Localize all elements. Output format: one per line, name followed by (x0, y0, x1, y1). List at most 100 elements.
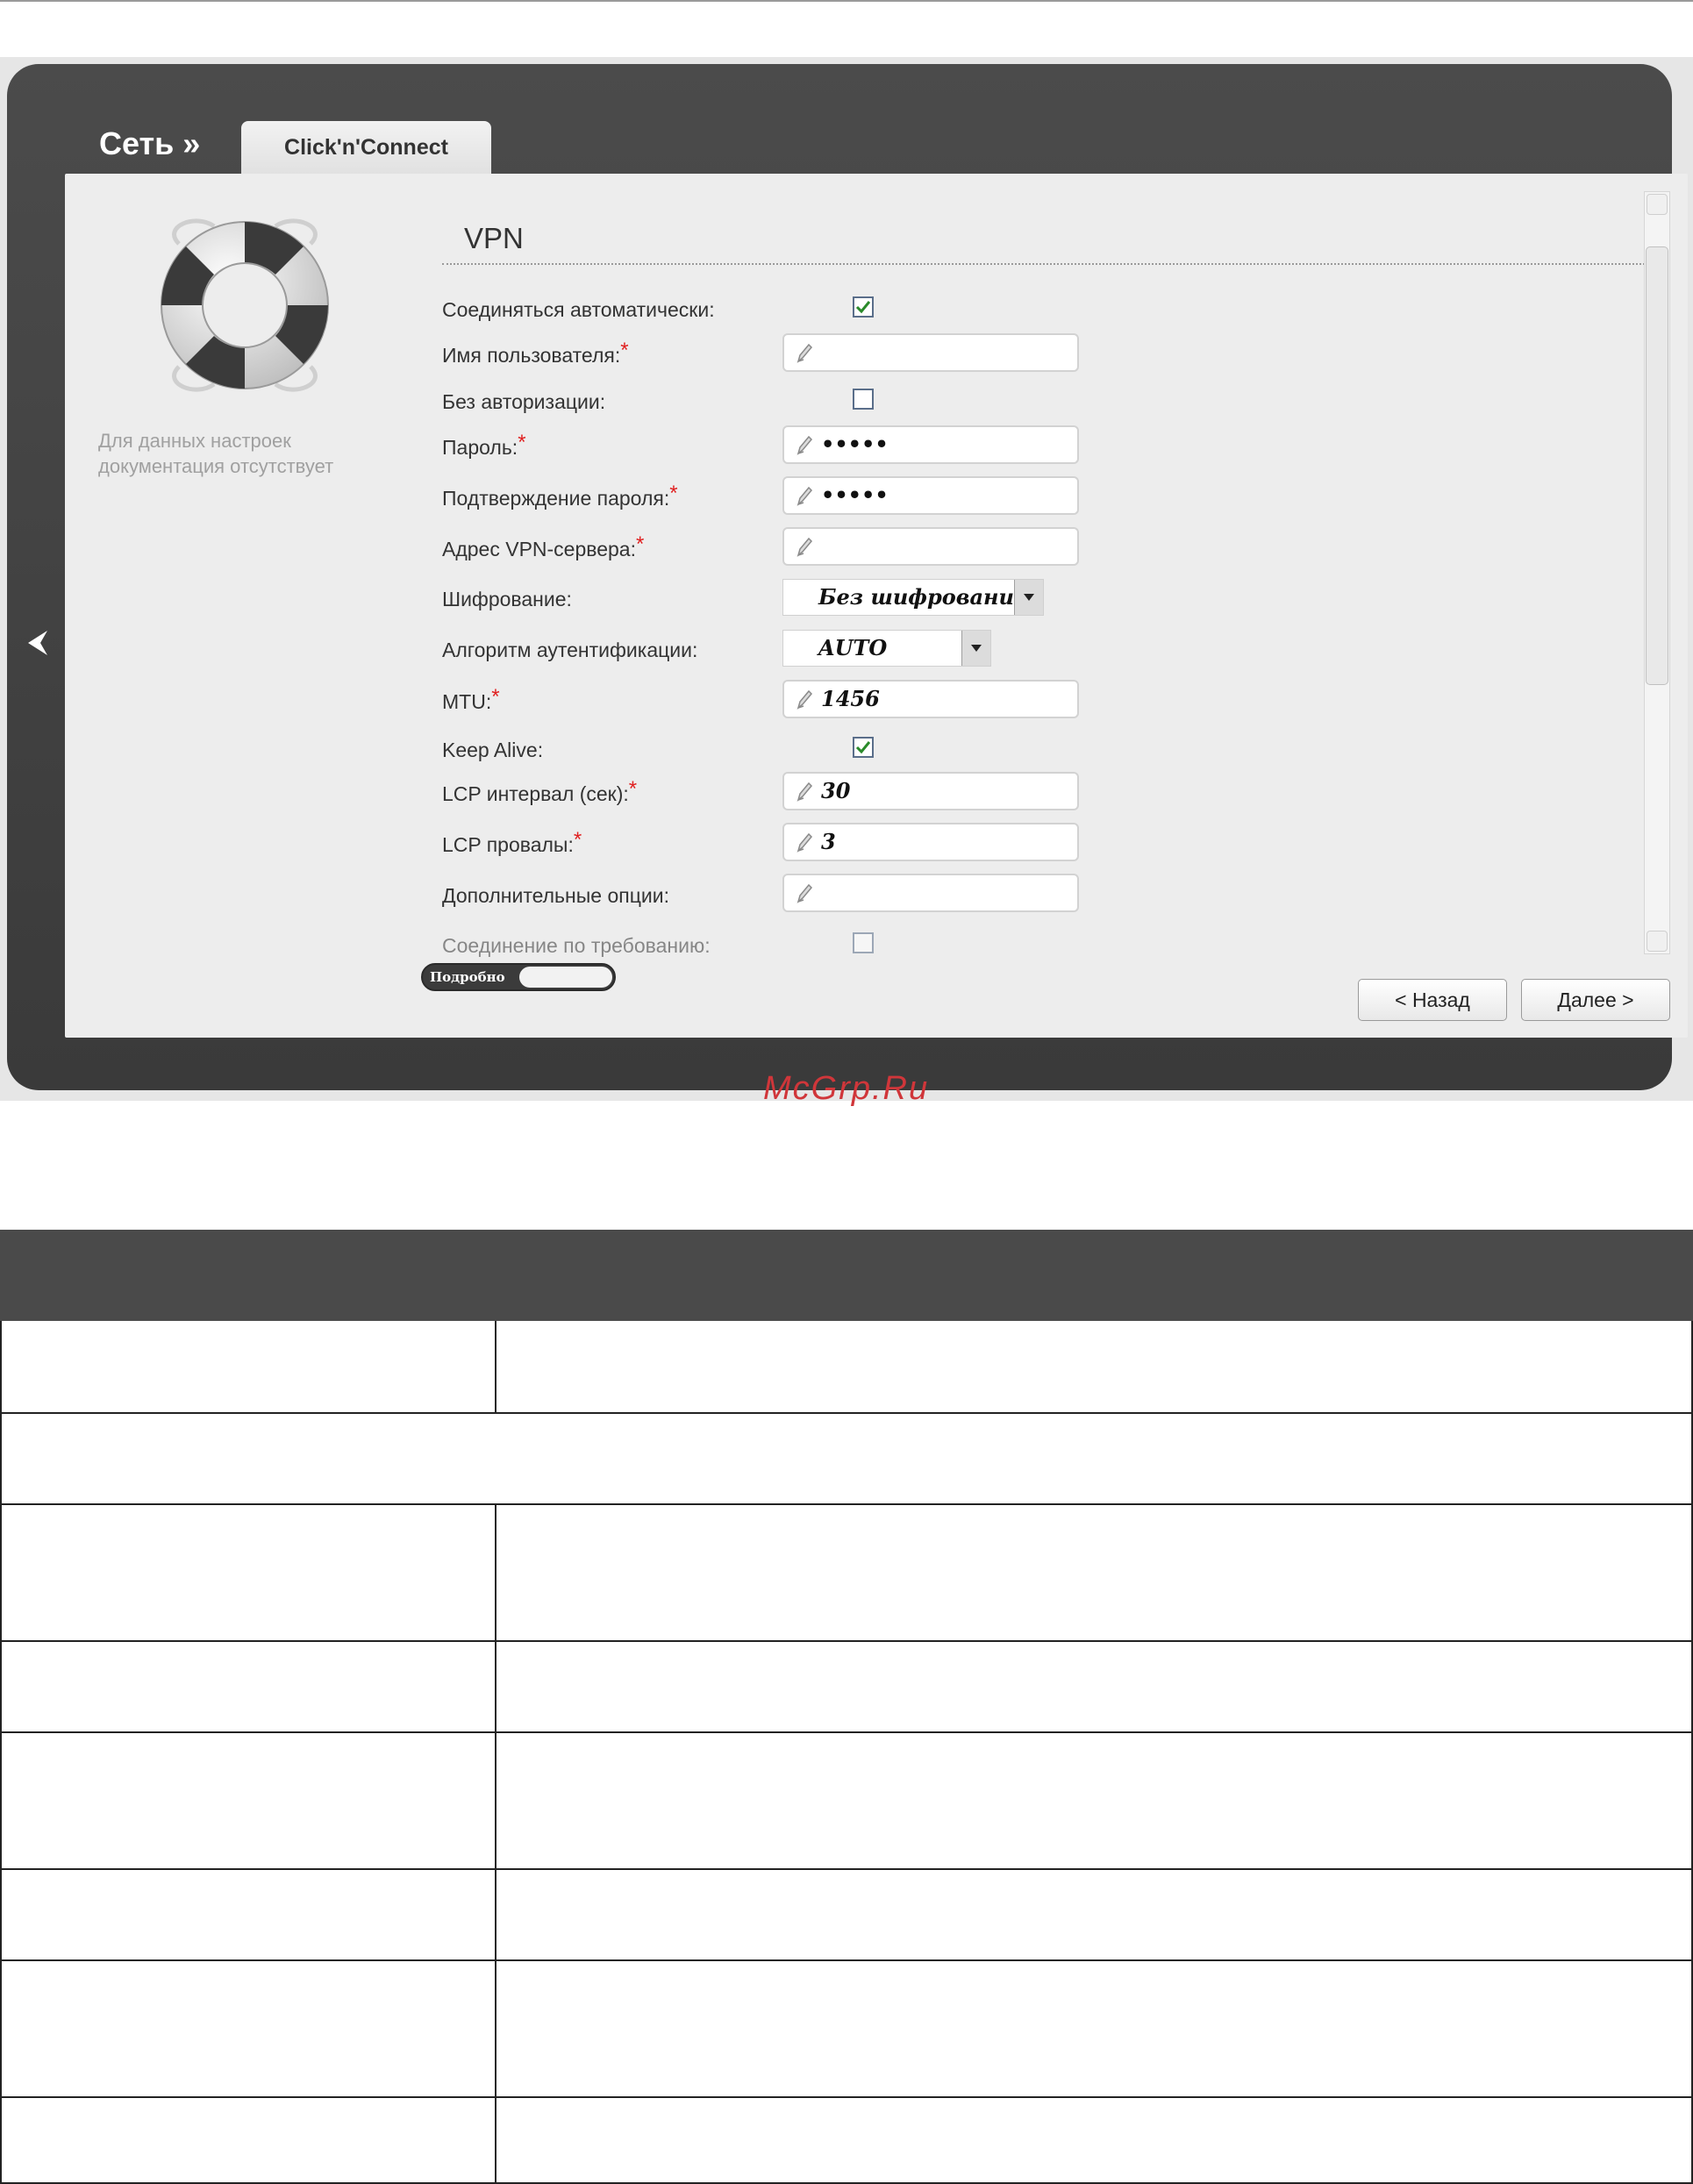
tab-clickconnect[interactable]: Click'n'Connect (241, 121, 491, 174)
table-row (0, 1642, 1693, 1733)
pencil-icon (796, 689, 813, 710)
vpn-server-label: Адрес VPN-сервера:* (442, 532, 645, 560)
password-input[interactable]: ••••• (782, 425, 1079, 464)
no-docs-line1: Для данных настроек (98, 430, 291, 452)
pencil-icon (796, 883, 813, 904)
form-scrollbar[interactable] (1644, 191, 1670, 954)
row-extra-options: Дополнительные опции: (442, 874, 1582, 924)
no-docs-note: Для данных настроек документация отсутст… (98, 428, 388, 479)
column-divider (495, 1505, 496, 1640)
pencil-icon (796, 435, 813, 456)
row-lcp-failures: LCP провалы:* 3 (442, 823, 1582, 874)
encryption-label: Шифрование: (442, 588, 572, 610)
back-button[interactable]: < Назад (1358, 979, 1507, 1021)
required-mark: * (636, 532, 645, 556)
required-mark: * (620, 339, 629, 362)
row-mtu: MTU:* 1456 (442, 680, 1582, 731)
scroll-down-icon[interactable] (1647, 931, 1668, 952)
table-row (0, 1321, 1693, 1414)
table-row (0, 1870, 1693, 1961)
encryption-value: Без шифрования (818, 584, 1032, 610)
lifebuoy-icon (161, 218, 329, 392)
password-confirm-label: Подтверждение пароля:* (442, 482, 678, 510)
row-password: Пароль:* ••••• (442, 425, 1582, 476)
required-mark: * (573, 828, 582, 852)
password-confirm-input[interactable]: ••••• (782, 476, 1079, 515)
extra-options-label: Дополнительные опции: (442, 884, 669, 907)
pencil-icon (796, 537, 813, 558)
details-toggle[interactable]: Подробно (421, 963, 616, 991)
row-username: Имя пользователя:* (442, 333, 1582, 384)
no-auth-label: Без авторизации: (442, 390, 606, 413)
watermark: McGrp.Ru (763, 1070, 930, 1107)
required-mark: * (518, 431, 526, 454)
check-icon (855, 301, 871, 314)
required-mark: * (669, 482, 678, 505)
vpn-server-input[interactable] (782, 527, 1079, 566)
username-label: Имя пользователя:* (442, 339, 629, 367)
no-auth-checkbox[interactable] (853, 389, 874, 410)
keep-alive-checkbox[interactable] (853, 737, 874, 758)
auto-connect-label: Соединяться автоматически: (442, 298, 715, 321)
lcp-failures-label: LCP провалы:* (442, 828, 582, 856)
row-password-confirm: Подтверждение пароля:* ••••• (442, 476, 1582, 527)
table-header (0, 1230, 1693, 1321)
chevron-down-icon[interactable] (961, 631, 990, 666)
section-title[interactable]: Сеть » (99, 125, 200, 162)
column-divider (495, 1870, 496, 1959)
column-divider (495, 1642, 496, 1731)
vpn-form: Соединяться автоматически: Имя пользоват… (442, 288, 1626, 981)
scroll-thumb[interactable] (1646, 246, 1668, 685)
back-arrow-icon[interactable] (25, 625, 51, 660)
check-icon (855, 741, 871, 754)
title-divider (442, 263, 1648, 265)
table-row (0, 1961, 1693, 2098)
pencil-icon (796, 832, 813, 853)
row-vpn-server: Адрес VPN-сервера:* (442, 527, 1582, 578)
mtu-input[interactable]: 1456 (782, 680, 1079, 718)
no-docs-line2: документация отсутствует (98, 455, 334, 477)
next-button[interactable]: Далее > (1521, 979, 1670, 1021)
router-screenshot: Сеть » Click'n'Connect Для данных настро… (0, 57, 1693, 1101)
router-frame: Сеть » Click'n'Connect Для данных настро… (7, 64, 1688, 1090)
scroll-up-icon[interactable] (1647, 194, 1668, 215)
extra-options-input[interactable] (782, 874, 1079, 912)
keep-alive-label: Keep Alive: (442, 739, 544, 761)
table-row (0, 1733, 1693, 1870)
pencil-icon (796, 782, 813, 803)
row-lcp-interval: LCP интервал (сек):* 30 (442, 772, 1582, 823)
row-on-demand: Соединение по требованию: (442, 924, 1582, 974)
settings-panel: Для данных настроек документация отсутст… (65, 174, 1688, 1038)
chevron-down-icon[interactable] (1014, 580, 1043, 615)
table-row (0, 1505, 1693, 1642)
required-mark: * (491, 685, 500, 709)
form-title: VPN (464, 222, 524, 254)
username-input[interactable] (782, 333, 1079, 372)
row-encryption: Шифрование: Без шифрования (442, 577, 1582, 628)
lcp-interval-label: LCP интервал (сек):* (442, 777, 638, 805)
pencil-icon (796, 486, 813, 507)
top-rule (0, 0, 1693, 2)
row-auto-connect: Соединяться автоматически: (442, 288, 1582, 339)
auth-algorithm-label: Алгоритм аутентификации: (442, 639, 698, 661)
row-auth-algorithm: Алгоритм аутентификации: AUTO (442, 628, 1582, 679)
details-toggle-label: Подробно (430, 969, 505, 985)
column-divider (495, 1321, 496, 1412)
toggle-knob (519, 967, 612, 988)
on-demand-label: Соединение по требованию: (442, 934, 711, 957)
encryption-select[interactable]: Без шифрования (782, 579, 1044, 616)
pencil-icon (796, 343, 813, 364)
lcp-failures-input[interactable]: 3 (782, 823, 1079, 861)
column-divider (495, 1733, 496, 1868)
auto-connect-checkbox[interactable] (853, 296, 874, 318)
mtu-label: MTU:* (442, 685, 500, 713)
lcp-interval-input[interactable]: 30 (782, 772, 1079, 810)
on-demand-checkbox[interactable] (853, 932, 874, 953)
column-divider (495, 2098, 496, 2182)
required-mark: * (628, 777, 638, 801)
auth-algorithm-value: AUTO (818, 635, 888, 660)
password-label: Пароль:* (442, 431, 526, 459)
row-no-auth: Без авторизации: (442, 380, 1582, 431)
table-row (0, 2098, 1693, 2184)
auth-algorithm-select[interactable]: AUTO (782, 630, 991, 667)
